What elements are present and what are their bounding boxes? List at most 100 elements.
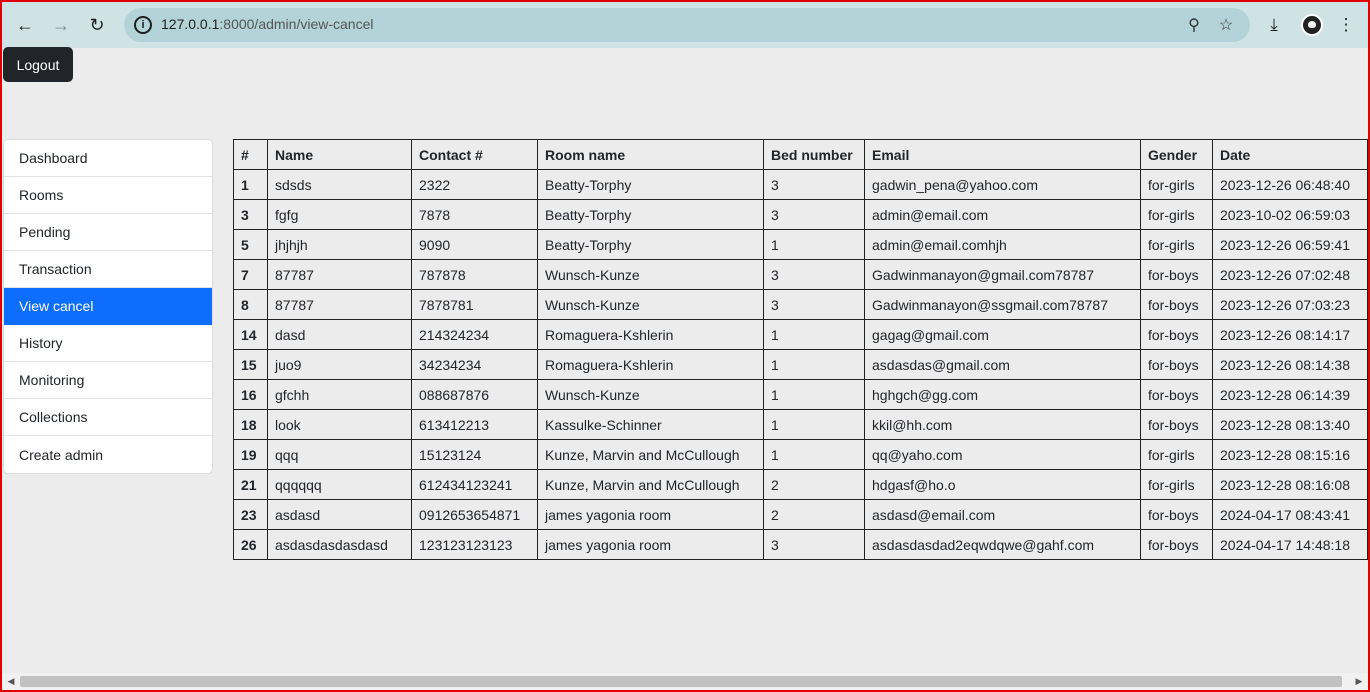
table-cell: 1 — [763, 349, 865, 380]
logout-button[interactable]: Logout — [3, 47, 73, 82]
scroll-left-icon[interactable]: ◀ — [4, 675, 18, 688]
sidebar-item-dashboard[interactable]: Dashboard — [4, 140, 212, 177]
scrollbar-thumb[interactable] — [20, 676, 1342, 687]
star-icon[interactable]: ☆ — [1216, 15, 1236, 35]
sidebar-item-collections[interactable]: Collections — [4, 399, 212, 436]
table-row: 5 jhjhjh 9090 Beatty-Torphy 1 admin@email.com… — [233, 229, 1368, 260]
column-header: # — [233, 139, 268, 170]
table-cell: 2023-12-26 06:59:41 — [1212, 229, 1368, 260]
table-cell: admin@email.com — [864, 199, 1141, 230]
table-cell: james yagonia room — [537, 529, 764, 560]
table-cell: Wunsch-Kunze — [537, 379, 764, 410]
table-cell: Kunze, Marvin and McCullough — [537, 469, 764, 500]
table-cell: 0912653654871 — [411, 499, 538, 530]
table-cell: 19 — [233, 439, 268, 470]
table-row: 23 asdasd 0912653654871 james yagonia room 2… — [233, 499, 1368, 530]
zoom-icon[interactable]: ⚲ — [1184, 15, 1204, 35]
address-bar[interactable]: i 127.0.0.1:8000/admin/view-cancel ⚲ ☆ — [124, 8, 1250, 42]
scroll-right-icon[interactable]: ▶ — [1352, 675, 1366, 688]
table-cell: admin@email.comhjh — [864, 229, 1141, 260]
table-cell: 123123123123 — [411, 529, 538, 560]
sidebar-item-view-cancel[interactable]: View cancel — [4, 288, 212, 325]
table-cell: 5 — [233, 229, 268, 260]
table-row: 3 fgfg 7878 Beatty-Torphy 3 admin@email.com fo… — [233, 199, 1368, 230]
table-cell: 7 — [233, 259, 268, 290]
table-cell: 612434123241 — [411, 469, 538, 500]
table-cell: 2023-12-26 08:14:38 — [1212, 349, 1368, 380]
sidebar-item-pending[interactable]: Pending — [4, 214, 212, 251]
table-cell: 088687876 — [411, 379, 538, 410]
table-cell: 21 — [233, 469, 268, 500]
table-cell: 1 — [763, 439, 865, 470]
site-info-icon[interactable]: i — [134, 16, 152, 34]
table-cell: hdgasf@ho.o — [864, 469, 1141, 500]
table-cell: 3 — [763, 259, 865, 290]
table-row: 1 sdsds 2322 Beatty-Torphy 3 gadwin_pena@yaho… — [233, 169, 1368, 200]
table-cell: 787878 — [411, 259, 538, 290]
table-cell: Kassulke-Schinner — [537, 409, 764, 440]
table-cell: 2024-04-17 14:48:18 — [1212, 529, 1368, 560]
horizontal-scrollbar[interactable]: ◀ ▶ — [2, 673, 1368, 690]
reload-icon[interactable]: ↻ — [84, 12, 110, 38]
table-cell: 3 — [763, 199, 865, 230]
table-cell: for-boys — [1140, 259, 1213, 290]
kebab-menu-icon[interactable]: ⋮ — [1335, 14, 1357, 36]
table-cell: Gadwinmanayon@ssgmail.com78787 — [864, 289, 1141, 320]
table-cell: Beatty-Torphy — [537, 199, 764, 230]
table-cell: kkil@hh.com — [864, 409, 1141, 440]
table-cell: hghgch@gg.com — [864, 379, 1141, 410]
download-icon[interactable]: ⤓ — [1263, 14, 1285, 36]
sidebar-item-monitoring[interactable]: Monitoring — [4, 362, 212, 399]
table-cell: for-boys — [1140, 349, 1213, 380]
sidebar-item-transaction[interactable]: Transaction — [4, 251, 212, 288]
column-header: Room name — [537, 139, 764, 170]
table-cell: 34234234 — [411, 349, 538, 380]
table-cell: 613412213 — [411, 409, 538, 440]
table-cell: Kunze, Marvin and McCullough — [537, 439, 764, 470]
table-row: 8 87787 7878781 Wunsch-Kunze 3 Gadwinmanayon@… — [233, 289, 1368, 320]
table-cell: 2 — [763, 499, 865, 530]
back-arrow-icon[interactable]: ← — [12, 12, 38, 38]
table-cell: 7878 — [411, 199, 538, 230]
table-row: 7 87787 787878 Wunsch-Kunze 3 Gadwinmanayon@g… — [233, 259, 1368, 290]
table-cell: for-boys — [1140, 409, 1213, 440]
browser-toolbar: ← → ↻ i 127.0.0.1:8000/admin/view-cancel… — [2, 2, 1368, 48]
sidebar-item-rooms[interactable]: Rooms — [4, 177, 212, 214]
table-header-row: # Name Contact # Room name Bed number Email Ge… — [233, 139, 1368, 170]
table-cell: for-boys — [1140, 379, 1213, 410]
forward-arrow-icon[interactable]: → — [48, 12, 74, 38]
table-cell: gfchh — [267, 379, 412, 410]
table-row: 15 juo9 34234234 Romaguera-Kshlerin 1 asdasda… — [233, 349, 1368, 380]
table-cell: 2023-12-26 06:48:40 — [1212, 169, 1368, 200]
table-cell: for-girls — [1140, 169, 1213, 200]
table-body: 1 sdsds 2322 Beatty-Torphy 3 gadwin_pena@yaho… — [233, 169, 1368, 560]
column-header: Name — [267, 139, 412, 170]
table-cell: 9090 — [411, 229, 538, 260]
table-cell: for-boys — [1140, 319, 1213, 350]
table-cell: 2023-12-26 07:03:23 — [1212, 289, 1368, 320]
table-cell: 14 — [233, 319, 268, 350]
table-cell: 16 — [233, 379, 268, 410]
table-cell: 1 — [763, 319, 865, 350]
url-path: :8000/admin/view-cancel — [219, 16, 374, 32]
table-cell: asdasdas@gmail.com — [864, 349, 1141, 380]
sidebar-item-create-admin[interactable]: Create admin — [4, 436, 212, 473]
table-cell: 2 — [763, 469, 865, 500]
avatar[interactable] — [1301, 14, 1323, 36]
table-cell: james yagonia room — [537, 499, 764, 530]
table-cell: 15123124 — [411, 439, 538, 470]
table-cell: asdasdasdasdasd — [267, 529, 412, 560]
table-cell: asdasd — [267, 499, 412, 530]
table-cell: 214324234 — [411, 319, 538, 350]
table-cell: 18 — [233, 409, 268, 440]
table-cell: qqqqqq — [267, 469, 412, 500]
table-cell: Beatty-Torphy — [537, 169, 764, 200]
table-cell: 87787 — [267, 259, 412, 290]
column-header: Email — [864, 139, 1141, 170]
table-cell: for-boys — [1140, 289, 1213, 320]
sidebar-item-history[interactable]: History — [4, 325, 212, 362]
table-cell: fgfg — [267, 199, 412, 230]
url-text[interactable]: 127.0.0.1:8000/admin/view-cancel — [161, 16, 373, 32]
table-cell: qqq — [267, 439, 412, 470]
table-row: 26 asdasdasdasdasd 123123123123 james yagon… — [233, 529, 1368, 560]
